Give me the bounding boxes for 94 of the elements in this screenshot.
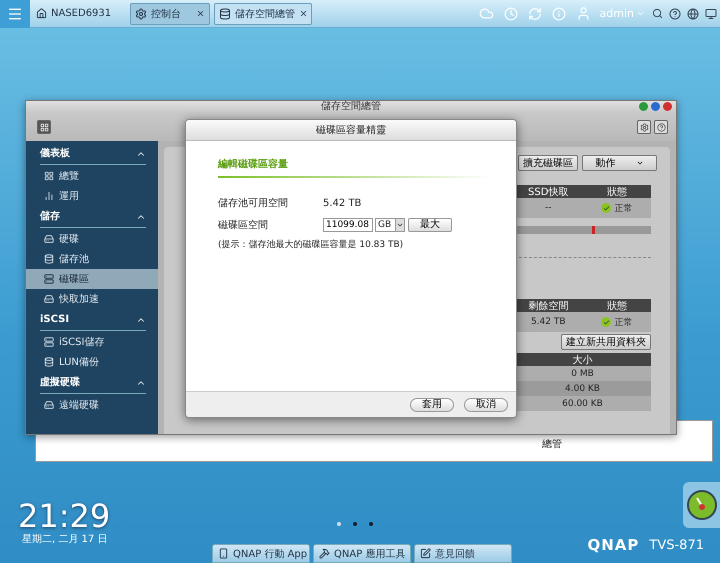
create-folder-button[interactable]: 建立新共用資料夾 — [561, 334, 651, 350]
column-header: 剩餘空間 — [527, 300, 570, 312]
sidebar-item[interactable]: 硬碟 — [26, 229, 158, 249]
sidebar-item[interactable]: 運用 — [26, 186, 158, 206]
chart-icon — [44, 191, 54, 201]
table-cell: 正常 — [582, 202, 651, 214]
panel-toggle-button[interactable] — [37, 120, 51, 134]
sidebar-item[interactable]: LUN備份 — [26, 352, 158, 372]
clock-time: 21:29 — [18, 500, 110, 532]
gauge-icon — [686, 490, 716, 520]
table-cell-text: 0 MB — [570, 368, 595, 378]
edit-icon — [420, 548, 431, 559]
monitor-icon[interactable] — [705, 8, 717, 20]
drive-icon — [44, 400, 54, 410]
database-icon — [44, 254, 54, 264]
menu-icon — [7, 6, 23, 22]
database-icon — [219, 8, 231, 20]
settings-icon — [640, 122, 648, 132]
table-cell-text: 5.42 TB — [530, 317, 567, 327]
dock-button[interactable]: QNAP 應用工具 — [313, 544, 411, 563]
server-icon — [44, 337, 54, 347]
column-header: 大小 — [572, 354, 594, 366]
hint-text: (提示：儲存池最大的磁碟區容量是 10.83 TB) — [218, 238, 404, 251]
sidebar-section[interactable]: 虛擬硬碟 — [26, 372, 158, 393]
table-cell: 正常 — [582, 316, 651, 328]
apply-button[interactable]: 套用 — [410, 398, 454, 412]
sidebar-section[interactable]: 儲存 — [26, 206, 158, 227]
action-button[interactable]: 動作 — [582, 155, 657, 171]
section-heading: 編輯磁碟區容量 — [218, 157, 289, 172]
dialog-title: 磁碟區容量精靈 — [186, 120, 516, 141]
close-button[interactable] — [663, 102, 672, 111]
app-tab[interactable]: 控制台 — [130, 2, 210, 24]
clock-date: 星期二, 二月 17 日 — [22, 532, 108, 546]
server-icon — [44, 274, 54, 284]
close-icon[interactable] — [299, 9, 308, 18]
home-icon — [36, 8, 47, 19]
phone-icon — [218, 548, 229, 559]
max-button[interactable]: 最大 — [408, 218, 452, 232]
sidebar-item[interactable]: 總覽 — [26, 166, 158, 186]
maximize-button[interactable] — [651, 102, 660, 111]
unit-select[interactable]: GB — [375, 218, 405, 232]
check-icon — [601, 317, 612, 327]
window-title: 儲存空間總管 — [321, 101, 381, 113]
cancel-button[interactable]: 取消 — [464, 398, 508, 412]
grid-icon — [44, 171, 54, 181]
check-icon — [601, 203, 612, 213]
help-button[interactable] — [654, 120, 668, 134]
settings-button[interactable] — [637, 120, 651, 134]
globe-icon[interactable] — [687, 8, 699, 20]
minimize-button[interactable] — [639, 102, 648, 111]
sidebar-item[interactable]: iSCSI儲存 — [26, 332, 158, 352]
dock-button[interactable]: 意見回饋 — [414, 544, 512, 563]
column-header: SSD快取 — [527, 186, 570, 198]
field-value: 5.42 TB — [323, 198, 362, 208]
help-icon — [656, 122, 666, 132]
dock-button[interactable]: QNAP 行動 App — [212, 544, 310, 563]
sidebar-section[interactable]: iSCSI — [26, 309, 158, 330]
field-label: 磁碟區空間 — [218, 218, 269, 232]
grid-icon — [40, 122, 48, 132]
field-label: 儲存池可用空間 — [218, 196, 289, 210]
hammer-icon — [319, 548, 330, 559]
expand-button[interactable]: 擴充磁碟區 — [518, 155, 578, 171]
column-header: 狀態 — [606, 186, 628, 198]
host-button[interactable]: NASED6931 — [30, 8, 130, 19]
table-cell-text: 4.00 KB — [564, 384, 601, 394]
threshold-marker — [592, 226, 595, 234]
table-cell-text: 60.00 KB — [561, 398, 604, 408]
brand-logo: QNAP — [587, 536, 640, 554]
caret-icon — [396, 221, 404, 229]
page-dot[interactable] — [353, 522, 357, 526]
page-dot[interactable] — [337, 522, 341, 526]
close-icon[interactable] — [196, 9, 205, 18]
sidebar-item[interactable]: 快取加速 — [26, 289, 158, 309]
page-dot[interactable] — [369, 522, 373, 526]
help-icon[interactable] — [669, 8, 681, 20]
caret-icon — [636, 9, 645, 18]
column-text: 總管 — [542, 438, 562, 451]
size-input[interactable]: 11099.08 — [323, 218, 373, 232]
sidebar-section[interactable]: 儀表板 — [26, 143, 158, 164]
column-header: 狀態 — [606, 300, 628, 312]
model-name: TVS-871 — [649, 538, 704, 552]
caret-icon — [636, 159, 644, 167]
menu-button[interactable] — [0, 0, 30, 28]
dashboard-button[interactable] — [683, 482, 720, 528]
drive-icon — [44, 294, 54, 304]
table-cell-text: -- — [544, 203, 552, 213]
search-icon[interactable] — [652, 8, 663, 19]
sidebar-item[interactable]: 儲存池 — [26, 249, 158, 269]
sidebar-item[interactable]: 遠端硬碟 — [26, 395, 158, 415]
sidebar-item[interactable]: 磁碟區 — [26, 269, 158, 289]
app-tab[interactable]: 儲存空間總管 — [214, 2, 312, 24]
database-icon — [44, 357, 54, 367]
gear-icon — [135, 8, 147, 20]
drive-icon — [44, 234, 54, 244]
